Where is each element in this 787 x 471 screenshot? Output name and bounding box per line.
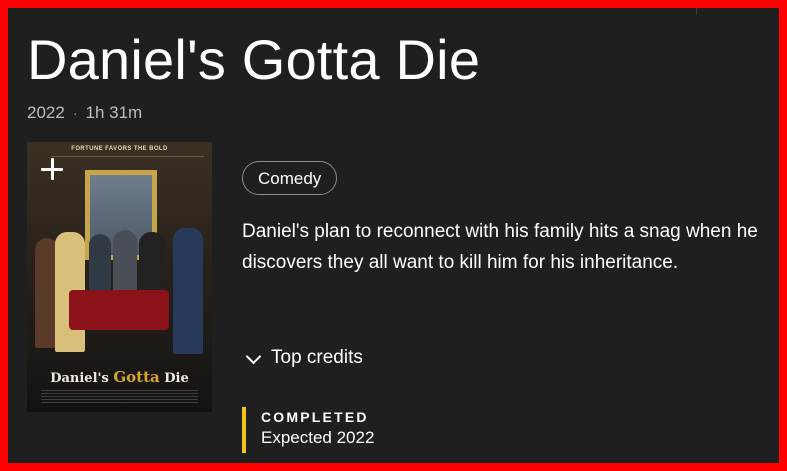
poster-figure [139,232,165,294]
runtime: 1h 31m [85,103,143,122]
production-status: COMPLETED Expected 2022 [242,407,374,453]
title-metadata: 2022 · 1h 31m [27,103,142,123]
poster-cast-strip [51,156,204,169]
poster-billing-block [41,390,198,404]
plot-description: Daniel's plan to reconnect with his fami… [242,221,758,273]
chevron-down-icon [245,348,262,364]
poster-casket [69,290,169,330]
add-to-watchlist-plus-icon[interactable] [39,156,65,182]
poster-figure [113,230,137,294]
status-label: COMPLETED [261,409,369,425]
status-detail: Expected 2022 [261,428,375,447]
meta-separator: · [72,105,78,121]
release-year: 2022 [27,103,65,122]
top-divider [696,8,697,15]
poster-title: Daniel's Gotta Die [50,368,189,386]
page-title: Daniel's Gotta Die [27,28,481,91]
genre-chip[interactable]: Comedy [242,161,338,195]
poster-tagline: FORTUNE FAVORS THE BOLD [71,146,168,152]
top-credits-toggle[interactable]: Top credits [242,347,363,369]
top-credits-label: Top credits [271,347,363,368]
poster-figure [173,228,203,354]
poster-figure [89,234,111,294]
title-detail-panel: Daniel's Gotta Die 2022 · 1h 31m FORTUNE… [8,8,779,463]
poster-image[interactable]: FORTUNE FAVORS THE BOLD Daniel's Gotta D… [27,142,212,412]
